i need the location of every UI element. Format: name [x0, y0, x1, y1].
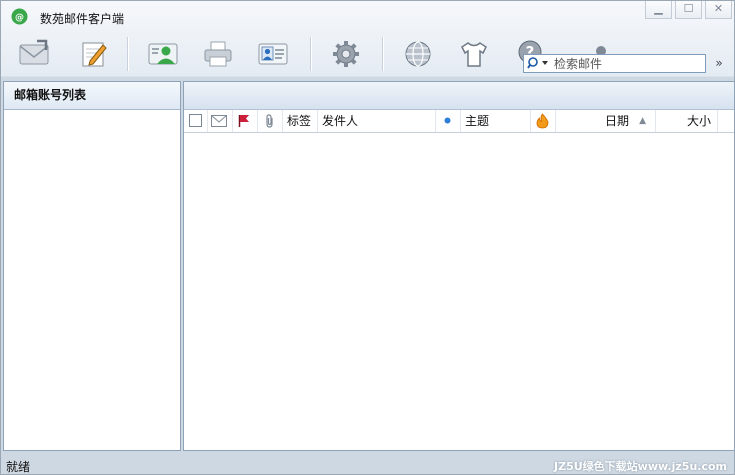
app-logo-icon: @ [11, 8, 28, 25]
envelope-icon [211, 115, 227, 127]
tshirt-skin-icon [461, 42, 487, 67]
address-card-icon [258, 43, 288, 65]
title-bar: @ 数苑邮件客户端 ▁ ☐ ✕ [1, 1, 734, 33]
date-column-label: 日期 [604, 114, 629, 128]
minimize-button[interactable]: ▁ [645, 1, 672, 19]
print-button[interactable] [198, 35, 238, 73]
printer-icon [204, 41, 232, 67]
svg-text:@: @ [15, 13, 24, 23]
receive-mail-button[interactable] [14, 35, 54, 73]
red-flag-icon [238, 115, 249, 127]
app-window: @ 数苑邮件客户端 ▁ ☐ ✕ ? 检索邮件 » 邮箱账号列表 标签 发件人 主… [0, 0, 735, 475]
sender-column-label: 发件人 [322, 114, 359, 128]
read-status-column[interactable] [208, 110, 233, 132]
tag-column-header[interactable]: 标签 [283, 110, 318, 132]
account-list[interactable] [4, 110, 180, 448]
paperclip-icon [266, 114, 273, 128]
globe-icon [405, 41, 431, 67]
toolbar-overflow-button[interactable]: » [712, 55, 726, 71]
size-column-header[interactable]: 大小 [656, 110, 718, 132]
date-column-header[interactable]: 日期 ▲ [556, 110, 656, 132]
flag-column[interactable] [233, 110, 258, 132]
flame-icon [536, 113, 549, 129]
message-list[interactable] [184, 133, 734, 449]
settings-gear-icon [333, 41, 359, 67]
subject-column-header[interactable]: 主题 [461, 110, 531, 132]
web-button[interactable] [398, 35, 438, 73]
subject-column-label: 主题 [465, 114, 490, 128]
receive-mail-icon [19, 39, 49, 65]
message-panel-header [184, 82, 734, 110]
maximize-button[interactable]: ☐ [675, 1, 702, 19]
hot-column[interactable] [531, 110, 556, 132]
message-panel: 标签 发件人 主题 日期 ▲ 大小 [183, 81, 735, 451]
select-all-checkbox[interactable] [189, 114, 202, 127]
address-book-button[interactable] [253, 35, 293, 73]
window-title: 数苑邮件客户端 [40, 12, 125, 26]
contacts-icon [148, 43, 178, 65]
watermark: JZ5U绿色下载站www.jz5u.com [554, 460, 727, 473]
status-text: 就绪 [6, 460, 31, 474]
status-bar: 就绪 JZ5U绿色下载站www.jz5u.com [1, 453, 734, 474]
size-column-label: 大小 [686, 114, 711, 128]
close-button[interactable]: ✕ [705, 1, 732, 19]
search-box[interactable] [523, 54, 706, 73]
search-input[interactable] [554, 56, 702, 71]
attachment-column[interactable] [258, 110, 283, 132]
search-dropdown-icon[interactable] [527, 56, 551, 71]
priority-column[interactable] [436, 110, 461, 132]
message-list-header: 标签 发件人 主题 日期 ▲ 大小 [184, 110, 734, 133]
sender-column-header[interactable]: 发件人 [318, 110, 436, 132]
settings-button[interactable] [326, 35, 366, 73]
compose-button[interactable] [73, 35, 113, 73]
skin-button[interactable] [454, 35, 494, 73]
sort-ascending-icon: ▲ [639, 116, 646, 126]
tag-column-label: 标签 [287, 114, 312, 128]
compose-icon [82, 42, 107, 67]
chevron-double-down-icon: » [715, 56, 723, 70]
blue-dot-icon [444, 117, 451, 124]
select-all-column[interactable] [184, 110, 208, 132]
account-list-panel: 邮箱账号列表 [3, 81, 181, 451]
account-list-title: 邮箱账号列表 [4, 82, 180, 110]
contacts-button[interactable] [143, 35, 183, 73]
